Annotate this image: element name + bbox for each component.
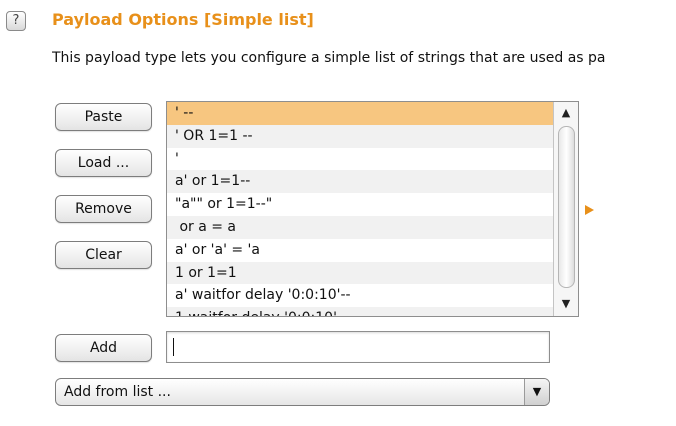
paste-button[interactable]: Paste [55,103,152,131]
list-item[interactable]: ' OR 1=1 -- [167,124,555,148]
page-title: Payload Options [Simple list] [52,10,314,29]
payload-description: This payload type lets you configure a s… [52,50,606,66]
payload-list-items: ' -- ' OR 1=1 -- ' a' or 1=1-- "a"" or 1=1--… [167,102,555,316]
scroll-thumb[interactable] [558,126,575,288]
add-from-list-label: Add from list ... [64,384,171,400]
payload-list[interactable]: ' -- ' OR 1=1 -- ' a' or 1=1-- "a"" or 1=1--… [166,101,579,317]
list-item[interactable]: 1 waitfor delay '0:0:10'-- [167,307,555,316]
list-item[interactable]: 1 or 1=1 [167,261,555,285]
add-button[interactable]: Add [55,334,152,362]
scroll-up-icon[interactable]: ▲ [554,104,578,122]
clear-button[interactable]: Clear [55,241,152,269]
list-item[interactable]: "a"" or 1=1--" [167,193,555,216]
list-item[interactable]: a' waitfor delay '0:0:10'-- [167,284,555,307]
expand-arrow-icon[interactable] [585,205,594,215]
load-button[interactable]: Load ... [55,149,152,177]
list-item[interactable]: a' or 1=1-- [167,170,555,194]
help-icon[interactable]: ? [6,11,26,31]
list-scrollbar[interactable]: ▲ ▼ [553,102,578,316]
add-from-list-select[interactable]: Add from list ... ▼ [55,378,550,406]
chevron-down-icon[interactable]: ▼ [524,379,549,405]
add-item-input[interactable] [166,331,550,363]
list-item[interactable]: or a = a [167,215,555,239]
text-caret [173,338,174,356]
list-item[interactable]: ' [167,148,555,171]
remove-button[interactable]: Remove [55,195,152,223]
list-item[interactable]: ' -- [167,102,555,125]
scroll-down-icon[interactable]: ▼ [554,295,578,313]
list-item[interactable]: a' or 'a' = 'a [167,239,555,262]
